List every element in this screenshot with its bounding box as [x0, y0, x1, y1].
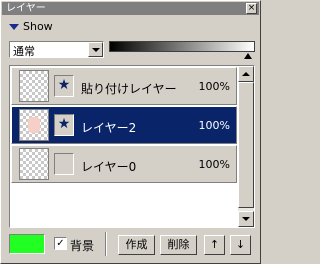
- layer-visibility-toggle[interactable]: [54, 153, 74, 175]
- layer-opacity: 100%: [198, 80, 230, 93]
- delete-layer-button[interactable]: 削除: [160, 235, 197, 255]
- slider-thumb-icon[interactable]: [244, 53, 252, 59]
- divider: [105, 232, 107, 256]
- star-icon: ★: [57, 77, 71, 93]
- opacity-slider[interactable]: [109, 41, 255, 61]
- move-up-button[interactable]: ↑: [204, 235, 225, 255]
- layers-panel: レイヤー × Show 通常 ★ 貼り付けレイヤー 100% ★ レイヤー2 1…: [0, 0, 261, 264]
- blend-mode-value: 通常: [13, 45, 35, 58]
- layer-thumbnail: [19, 109, 49, 141]
- layer-row[interactable]: ★ レイヤー2 100%: [11, 106, 237, 144]
- scroll-down-icon[interactable]: [238, 211, 254, 227]
- layer-list: ★ 貼り付けレイヤー 100% ★ レイヤー2 100% レイヤー0 100%: [9, 65, 255, 228]
- star-icon: ★: [57, 116, 71, 132]
- layer-thumbnail: [19, 70, 49, 102]
- layer-row[interactable]: ★ 貼り付けレイヤー 100%: [11, 67, 237, 105]
- foreground-color-swatch[interactable]: [9, 234, 45, 254]
- chevron-down-icon[interactable]: [88, 42, 103, 57]
- background-label: 背景: [70, 239, 95, 253]
- close-button[interactable]: ×: [246, 3, 257, 14]
- layer-visibility-toggle[interactable]: ★: [54, 114, 74, 136]
- window-title: レイヤー: [6, 3, 46, 14]
- opacity-gradient-track[interactable]: [109, 41, 255, 52]
- layer-name: レイヤー0: [81, 160, 137, 174]
- move-down-button[interactable]: ↓: [230, 235, 251, 255]
- layer-opacity: 100%: [198, 119, 230, 132]
- scroll-up-icon[interactable]: [238, 66, 254, 82]
- close-icon: ×: [247, 3, 256, 13]
- layer-name: レイヤー2: [81, 121, 137, 135]
- layer-opacity: 100%: [198, 158, 230, 171]
- layer-row[interactable]: レイヤー0 100%: [11, 145, 237, 183]
- scroll-thumb[interactable]: [238, 82, 254, 208]
- layer-thumbnail: [19, 148, 49, 180]
- layer-list-scrollbar[interactable]: [238, 66, 254, 227]
- layer-visibility-toggle[interactable]: ★: [54, 75, 74, 97]
- title-bar[interactable]: レイヤー ×: [2, 2, 259, 15]
- layer-name: 貼り付けレイヤー: [81, 82, 177, 96]
- blend-mode-select[interactable]: 通常: [9, 41, 104, 58]
- checkmark-icon: ✓: [56, 238, 65, 249]
- create-layer-button[interactable]: 作成: [118, 235, 155, 255]
- triangle-down-icon: [9, 24, 19, 30]
- show-toggle[interactable]: Show: [9, 19, 129, 35]
- background-checkbox[interactable]: ✓: [54, 237, 67, 250]
- show-label: Show: [23, 20, 53, 33]
